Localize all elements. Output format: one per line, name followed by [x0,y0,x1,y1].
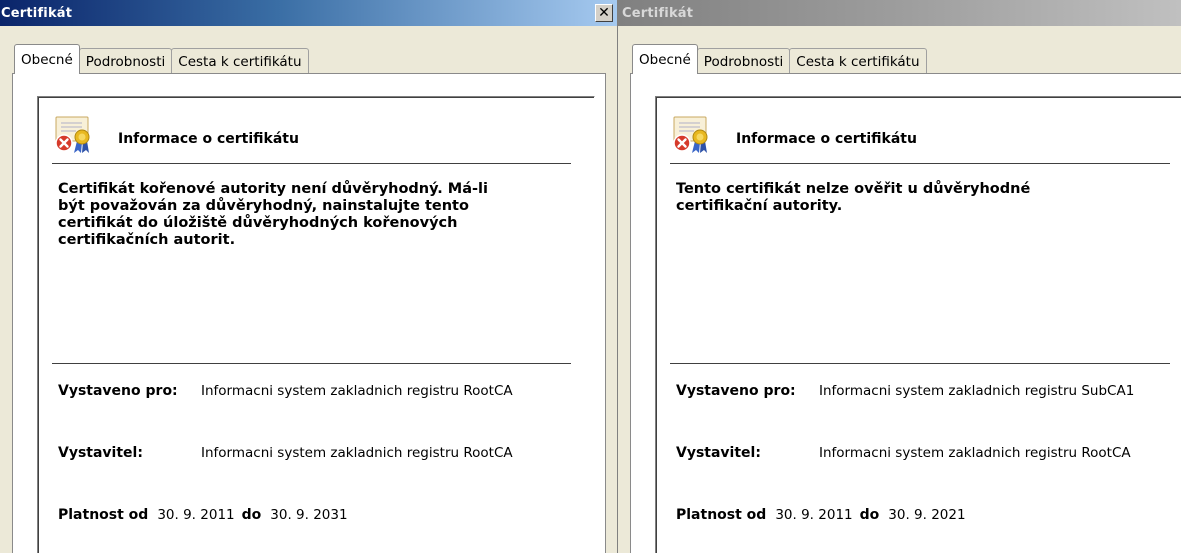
info-heading: Informace o certifikátu [118,131,299,147]
validity-row: Platnost od 30. 9. 2011 do 30. 9. 2031 [58,507,355,523]
issued-to-row: Vystaveno pro: Informacni system zakladn… [58,383,513,399]
tab-content: Informace o certifikátu Tento certifikát… [630,73,1181,553]
issued-to-value: Informacni system zakladnich registru Ro… [201,383,513,399]
issuer-value: Informacni system zakladnich registru Ro… [819,445,1131,461]
close-icon: ✕ [598,5,610,21]
screen: Certifikát ✕ Obecné Podrobnosti Cesta k … [0,0,1181,553]
trust-message: Certifikát kořenové autority není důvěry… [58,181,488,248]
valid-from-label: Platnost od [58,507,149,523]
issuer-value: Informacni system zakladnich registru Ro… [201,445,513,461]
tab-strip: Obecné Podrobnosti Cesta k certifikátu [14,44,309,74]
info-heading: Informace o certifikátu [736,131,917,147]
valid-from-value: 30. 9. 2011 [775,507,853,523]
window-title: Certifikát [622,5,694,21]
valid-from-label: Platnost od [676,507,767,523]
valid-from-value: 30. 9. 2011 [157,507,235,523]
divider-top [52,163,571,164]
tab-details[interactable]: Podrobnosti [696,48,791,74]
close-button[interactable]: ✕ [595,4,613,22]
title-bar[interactable]: Certifikát ✕ [0,0,617,26]
tab-content: Informace o certifikátu Certifikát kořen… [12,73,606,553]
issuer-row: Vystavitel: Informacni system zakladnich… [676,445,1131,461]
issued-to-label: Vystaveno pro: [676,383,796,399]
valid-to-value: 30. 9. 2031 [270,507,348,523]
certificate-error-icon [55,116,90,153]
issuer-row: Vystavitel: Informacni system zakladnich… [58,445,513,461]
issuer-label: Vystavitel: [58,445,143,461]
tab-certification-path[interactable]: Cesta k certifikátu [171,48,309,74]
valid-to-label: do [241,507,262,523]
window-title: Certifikát [1,5,73,21]
divider-bottom [670,363,1170,364]
certificate-window-left: Certifikát ✕ Obecné Podrobnosti Cesta k … [0,0,618,553]
divider-top [670,163,1170,164]
trust-message: Tento certifikát nelze ověřit u důvěryho… [676,181,1031,214]
tab-general[interactable]: Obecné [14,44,80,74]
tab-strip: Obecné Podrobnosti Cesta k certifikátu [632,44,927,74]
tab-details[interactable]: Podrobnosti [78,48,173,74]
issued-to-label: Vystaveno pro: [58,383,178,399]
valid-to-value: 30. 9. 2021 [888,507,966,523]
issued-to-row: Vystaveno pro: Informacni system zakladn… [676,383,1134,399]
validity-row: Platnost od 30. 9. 2011 do 30. 9. 2021 [676,507,973,523]
certificate-error-icon [673,116,708,153]
tab-certification-path[interactable]: Cesta k certifikátu [789,48,927,74]
divider-bottom [52,363,571,364]
valid-to-label: do [859,507,880,523]
certificate-info-panel: Informace o certifikátu Certifikát kořen… [37,96,595,553]
certificate-window-right: Certifikát Obecné Podrobnosti Cesta k ce… [618,0,1181,553]
issued-to-value: Informacni system zakladnich registru Su… [819,383,1135,399]
certificate-info-panel: Informace o certifikátu Tento certifikát… [655,96,1181,553]
issuer-label: Vystavitel: [676,445,761,461]
tab-general[interactable]: Obecné [632,44,698,74]
title-bar[interactable]: Certifikát [618,0,1181,26]
